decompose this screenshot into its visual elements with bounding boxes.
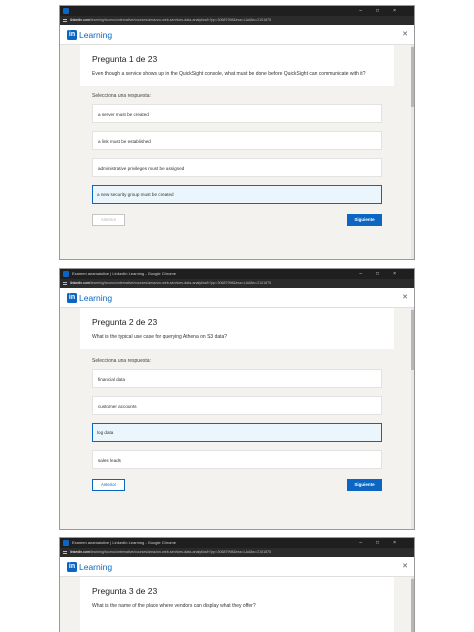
navigation-row: Anterior Siguiente	[92, 477, 382, 497]
scrollbar[interactable]	[411, 308, 414, 529]
answer-option[interactable]: financial data	[92, 368, 382, 388]
question-header: Pregunta 3 de 23 What is the name of the…	[80, 577, 394, 618]
linkedin-learning-logo[interactable]: in Learning	[67, 293, 112, 303]
question-header: Pregunta 2 de 23 What is the typical use…	[80, 308, 394, 349]
linkedin-learning-logo[interactable]: in Learning	[67, 30, 112, 40]
browser-window-1: –□× linkedin.com/learning/toumo/unternat…	[59, 5, 415, 260]
question-text: What is the name of the place where vend…	[92, 603, 256, 609]
address-bar[interactable]: linkedin.com/learning/toumo/unternative/…	[60, 548, 414, 557]
answer-prompt: Selecciona una respuesta:	[92, 357, 151, 364]
window-controls-icon[interactable]: –□×	[359, 269, 410, 279]
linkedin-in-icon: in	[67, 30, 77, 40]
url-domain: linkedin.com	[70, 281, 90, 285]
next-button[interactable]: Siguiente	[347, 478, 382, 491]
logo-text: Learning	[79, 30, 113, 40]
scrollbar[interactable]	[411, 45, 414, 259]
app-header: in Learning ✕	[60, 25, 414, 45]
chrome-app-icon	[63, 271, 69, 277]
url-path: /learning/toumo/unternative/courses/amaz…	[89, 550, 272, 554]
next-button[interactable]: Siguiente	[347, 213, 382, 226]
question-number: Pregunta 2 de 23	[92, 317, 158, 327]
answer-option[interactable]: administrative privileges must be assign…	[92, 157, 382, 177]
address-bar[interactable]: linkedin.com/learning/toumo/unternative/…	[60, 16, 414, 25]
url-domain: linkedin.com	[70, 18, 90, 22]
logo-text: Learning	[79, 293, 113, 303]
answer-option-selected[interactable]: a new security group must be created	[92, 184, 382, 204]
answer-option-selected[interactable]: log data	[92, 422, 382, 442]
tune-icon[interactable]	[63, 282, 67, 285]
answer-option[interactable]: a server must be created	[92, 103, 382, 123]
window-controls-icon[interactable]: –□×	[359, 6, 410, 16]
tune-icon[interactable]	[63, 551, 67, 554]
question-text: Even though a service shows up in the Qu…	[92, 71, 366, 77]
question-number: Pregunta 1 de 23	[92, 54, 158, 64]
window-title: Examen anamaiolive | LinkedIn Learning -…	[72, 540, 176, 545]
quiz-panel: Pregunta 1 de 23 Even though a service s…	[80, 45, 394, 232]
linkedin-in-icon: in	[67, 293, 77, 303]
url-path: /learning/toumo/unternative/courses/amaz…	[89, 18, 272, 22]
chrome-app-icon	[63, 540, 69, 546]
browser-window-3: Examen anamaiolive | LinkedIn Learning -…	[59, 537, 415, 632]
window-titlebar: –□×	[60, 6, 414, 16]
linkedin-in-icon: in	[67, 562, 77, 572]
logo-text: Learning	[79, 562, 113, 572]
scrollbar[interactable]	[411, 577, 414, 632]
previous-button[interactable]: Anterior	[92, 213, 125, 226]
app-header: in Learning ✕	[60, 557, 414, 577]
close-icon[interactable]: ✕	[402, 562, 408, 570]
navigation-row: Anterior Siguiente	[92, 212, 382, 232]
address-bar[interactable]: linkedin.com/learning/toumo/unternative/…	[60, 279, 414, 288]
previous-button[interactable]: Anterior	[92, 478, 125, 491]
answer-section: Selecciona una respuesta: financial data…	[80, 348, 394, 497]
scrollbar-thumb[interactable]	[411, 579, 414, 632]
window-controls-icon[interactable]: –□×	[359, 538, 410, 548]
answer-prompt: Selecciona una respuesta:	[92, 92, 151, 99]
answer-option[interactable]: sales leads	[92, 449, 382, 469]
url-domain: linkedin.com	[70, 550, 90, 554]
window-titlebar: Examen anamaiolive | LinkedIn Learning -…	[60, 269, 414, 279]
answer-section: Selecciona una respuesta: a server must …	[80, 85, 394, 232]
close-icon[interactable]: ✕	[402, 30, 408, 38]
url-path: /learning/toumo/unternative/courses/amaz…	[89, 281, 272, 285]
answer-option[interactable]: a link must be established	[92, 130, 382, 150]
chrome-app-icon	[63, 8, 69, 14]
question-text: What is the typical use case for queryin…	[92, 334, 228, 340]
scrollbar-thumb[interactable]	[411, 310, 414, 370]
linkedin-learning-logo[interactable]: in Learning	[67, 562, 112, 572]
answer-option[interactable]: customer accounts	[92, 395, 382, 415]
browser-window-2: Examen anamaiolive | LinkedIn Learning -…	[59, 268, 415, 530]
scrollbar-thumb[interactable]	[411, 47, 414, 107]
quiz-panel: Pregunta 2 de 23 What is the typical use…	[80, 308, 394, 497]
window-title: Examen anamaiolive | LinkedIn Learning -…	[72, 271, 176, 276]
question-header: Pregunta 1 de 23 Even though a service s…	[80, 45, 394, 86]
tune-icon[interactable]	[63, 19, 67, 22]
window-titlebar: Examen anamaiolive | LinkedIn Learning -…	[60, 538, 414, 548]
app-header: in Learning ✕	[60, 288, 414, 308]
quiz-panel: Pregunta 3 de 23 What is the name of the…	[80, 577, 394, 632]
question-number: Pregunta 3 de 23	[92, 586, 158, 596]
close-icon[interactable]: ✕	[402, 293, 408, 301]
